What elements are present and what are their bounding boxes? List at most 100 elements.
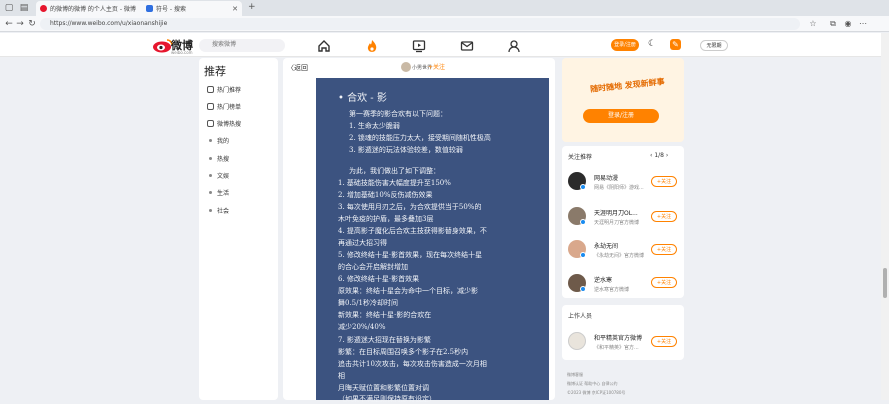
chevron-right-icon[interactable]: ›	[664, 152, 668, 159]
post-line: 为此，我们做出了如下调整：	[349, 167, 440, 175]
collections-icon[interactable]: ⧉	[828, 18, 838, 30]
more-icon[interactable]: ⋯	[858, 18, 868, 30]
tab-list-icon[interactable]: ▤	[18, 2, 30, 14]
login-banner	[562, 58, 684, 142]
sidebar-item-hot-list[interactable]: 热门榜单	[207, 102, 241, 111]
post-line: 的合心会开启解封增加	[338, 263, 408, 271]
post-line: 1. 基础技能伤害大幅度提升至150%	[338, 179, 451, 187]
post-line: 减少20%/40%	[338, 323, 386, 331]
verified-icon	[580, 252, 586, 258]
recommend-desc: 天涯明月刀官方微博	[594, 220, 640, 226]
scrollbar-thumb[interactable]	[883, 268, 887, 298]
recommend-follow-button[interactable]: +关注	[651, 244, 677, 255]
verified-icon	[580, 286, 586, 292]
user-icon[interactable]	[506, 38, 522, 54]
weibo-logo-sub: weibo.com	[171, 50, 193, 55]
close-tab-icon[interactable]: ✕	[232, 5, 238, 13]
browser-tab-bar: ▢ ▤ 的微博的微博 的个人主页 - 微博 ✕ 符号 - 搜索 ✕ +	[0, 0, 889, 16]
recommend-desc: 逆水寒官方微博	[594, 287, 630, 293]
trend-icon	[207, 120, 214, 127]
search-favicon-icon	[146, 5, 153, 12]
footer-line[interactable]: 微博客服	[567, 372, 583, 378]
recommend-name[interactable]: 天涯明月刀OL...	[594, 208, 650, 217]
weibo-favicon-icon	[40, 5, 47, 12]
recommend-pager: ‹ 1/8 ›	[650, 152, 669, 159]
weibo-header	[0, 33, 889, 57]
list-icon	[207, 103, 214, 110]
post-line: 第一赛季的影合欢有以下问题：	[349, 110, 447, 118]
profile-button[interactable]: 无限期	[700, 40, 728, 51]
sidebar-item-hot-recommend[interactable]: 热门推荐	[207, 85, 241, 94]
post-line: 相	[338, 372, 345, 380]
sidebar-item-hot-search[interactable]: 微博热搜	[207, 119, 241, 128]
bullet-icon	[209, 191, 212, 194]
dark-mode-icon[interactable]: ☾	[648, 39, 656, 49]
recommend-follow-button[interactable]: +关注	[651, 277, 677, 288]
follow-button[interactable]: +关注	[428, 62, 445, 71]
recommend-desc: 《永劫无间》官方微博	[594, 253, 645, 259]
footer-line: ©2023 微博 京ICP证100780号	[567, 390, 626, 395]
page-scrollbar[interactable]	[881, 33, 889, 400]
recommend-follow-button[interactable]: +关注	[651, 176, 677, 187]
login-register-button[interactable]: 登录/注册	[611, 39, 639, 51]
compose-icon[interactable]: ✎	[670, 39, 681, 50]
post-line: （如果不满足则保持原有设定）	[338, 395, 436, 403]
post-line: 舞0.5/1秒冷却时间	[338, 299, 398, 307]
sidebar-item-entertainment[interactable]: 文娱	[207, 171, 229, 180]
recommend-name[interactable]: 网易动漫	[594, 173, 650, 182]
sidebar-title: 推荐	[204, 65, 226, 78]
bullet-icon	[209, 209, 212, 212]
post-line: 5. 修改终结十星·影首效果，现在每次终结十星	[338, 251, 483, 259]
post-line: 2. 锁魂的技能压力太大，接受期间随机性极高	[349, 134, 491, 142]
address-bar: ← → ↻ https://www.weibo.com/u/xiaonanshi…	[0, 16, 889, 32]
sidebar-item-mine[interactable]: 我的	[207, 136, 229, 145]
post-line: 影繁：在目标周围召唤多个影子在2.5秒内	[338, 348, 469, 356]
bullet-icon	[209, 157, 212, 160]
post-line: 6. 修改终结十星·影首效果	[338, 275, 420, 283]
post-image[interactable]: • 合欢 - 影 第一赛季的影合欢有以下问题： 1. 生命太少脆弱 2. 锁魂的…	[316, 78, 549, 403]
post-line: 原效果：终结十星会为命中一个目标，减少影	[338, 287, 478, 295]
hot-fire-icon[interactable]	[364, 38, 380, 54]
reload-icon[interactable]: ↻	[26, 18, 38, 30]
browser-menu-icon[interactable]: ▢	[3, 2, 15, 14]
message-icon[interactable]	[459, 38, 475, 54]
recommend-name[interactable]: 永劫无间	[594, 241, 650, 250]
post-line: • 合欢 - 影	[338, 93, 387, 104]
post-line: 再通过大招习得	[338, 239, 387, 247]
post-line: 新效果：终结十星·影的合欢在	[338, 311, 432, 319]
business-follow-button[interactable]: +关注	[651, 336, 677, 347]
post-line: 月晦天赋位置和影繁位置对调	[338, 384, 429, 392]
video-icon[interactable]	[411, 38, 427, 54]
favorites-icon[interactable]: ☆	[808, 18, 818, 30]
post-line: 7. 影遁迷大招现在替换为影繁	[338, 336, 431, 344]
home-icon[interactable]	[316, 38, 332, 54]
verified-icon	[580, 219, 586, 225]
post-line: 追击共计10次攻击，每次攻击伤害造成一次月相	[338, 360, 487, 368]
new-tab-icon[interactable]: +	[248, 2, 256, 12]
footer-line[interactable]: 微博认证 帮助中心 自律公约	[567, 381, 618, 387]
recommend-name[interactable]: 逆水寒	[594, 275, 650, 284]
profile-icon[interactable]: ◉	[843, 18, 853, 30]
business-avatar[interactable]	[568, 332, 586, 350]
chevron-left-icon: 〈	[287, 64, 294, 72]
recommend-desc: 网易《阴阳师》游戏...	[594, 185, 644, 191]
sidebar-item-life[interactable]: 生活	[207, 188, 229, 197]
forward-icon[interactable]: →	[14, 18, 26, 30]
back-button[interactable]: 〈返回	[287, 63, 308, 73]
post-line: 2. 增加基础10%反伤减伤效果	[338, 191, 433, 199]
sidebar-item-trending[interactable]: 热搜	[207, 154, 229, 163]
author-avatar[interactable]	[401, 62, 411, 72]
business-name[interactable]: 和平精英官方微博	[594, 333, 650, 342]
recommend-follow-button[interactable]: +关注	[651, 211, 677, 222]
search-input[interactable]	[199, 39, 285, 52]
banner-login-button[interactable]: 登录/注册	[583, 109, 659, 123]
recommend-title: 关注推荐	[568, 154, 593, 161]
tab-search[interactable]: 符号 - 搜索 ✕	[142, 1, 242, 16]
fire-icon	[207, 86, 214, 93]
post-line: 4. 提高影子魔化后合欢主技获得影替身效果，不	[338, 227, 487, 235]
sidebar-item-society[interactable]: 社会	[207, 206, 229, 215]
verified-icon	[580, 184, 586, 190]
url-field[interactable]: https://www.weibo.com/u/xiaonanshijie	[40, 18, 800, 30]
bullet-icon	[209, 139, 212, 142]
business-desc: 《和平精英》官方...	[594, 345, 639, 351]
